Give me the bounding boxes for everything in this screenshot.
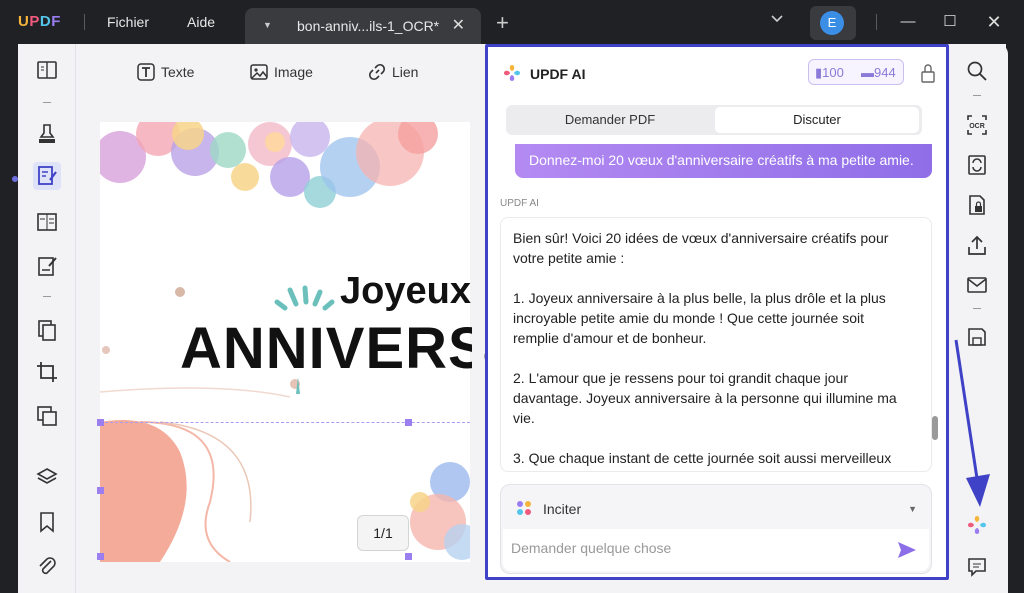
link-icon	[368, 63, 386, 81]
comment-icon[interactable]	[966, 556, 988, 578]
add-text-button[interactable]: Texte	[137, 63, 194, 81]
add-image-button[interactable]: Image	[250, 63, 313, 81]
answer-paragraph: Bien sûr! Voici 20 idées de vœux d'anniv…	[513, 230, 889, 266]
divider	[876, 14, 877, 30]
image-icon	[250, 64, 268, 80]
selection-handle[interactable]	[97, 419, 104, 426]
mail-icon[interactable]	[966, 274, 988, 296]
ask-input[interactable]	[511, 540, 881, 556]
collapse-handle[interactable]	[12, 176, 18, 182]
edit-pdf-icon[interactable]	[33, 162, 61, 190]
ai-answer: Bien sûr! Voici 20 idées de vœux d'anniv…	[500, 217, 932, 472]
search-icon[interactable]	[966, 60, 988, 82]
page-indicator[interactable]: 1/1	[357, 515, 409, 551]
protect-icon[interactable]	[966, 194, 988, 216]
sign-icon[interactable]	[35, 254, 59, 278]
greeting-anniversaire: ANNIVERS	[180, 316, 488, 381]
ask-field	[503, 529, 929, 571]
add-link-button[interactable]: Lien	[368, 63, 418, 81]
ai-title: UPDF AI	[530, 66, 586, 82]
send-icon[interactable]	[897, 541, 917, 559]
close-window-icon[interactable]: ✕	[982, 10, 1006, 34]
ai-mode-switch: Demander PDF Discuter	[506, 105, 922, 135]
divider	[973, 95, 981, 96]
new-tab-button[interactable]: +	[496, 10, 509, 36]
ocr-icon[interactable]: OCR	[966, 114, 988, 136]
tab-chat[interactable]: Discuter	[715, 107, 919, 133]
compare-icon[interactable]	[35, 404, 59, 428]
menu-fichier[interactable]: Fichier	[107, 14, 149, 30]
link-tool-label: Lien	[392, 64, 419, 80]
prompt-box: Inciter ▼	[500, 484, 932, 574]
answer-paragraph: 3. Que chaque instant de cette journée s…	[513, 450, 892, 466]
chevron-down-icon[interactable]: ▼	[908, 504, 917, 514]
prompt-icon	[517, 501, 531, 515]
convert-icon[interactable]	[966, 154, 988, 176]
answer-paragraph: 1. Joyeux anniversaire à la plus belle, …	[513, 290, 886, 346]
text-tool-label: Texte	[161, 64, 195, 80]
divider	[43, 102, 51, 103]
title-bar: UPDF Fichier Aide ▼ bon-anniv...ils-1_OC…	[0, 0, 1024, 44]
user-message: Donnez-moi 20 vœux d'anniversaire créati…	[515, 144, 932, 178]
tab-menu-icon[interactable]: ▼	[263, 20, 272, 30]
avatar: E	[820, 11, 844, 35]
prompt-selector[interactable]: Inciter	[543, 501, 581, 517]
chat-scrollbar[interactable]	[932, 416, 938, 440]
tab-title: bon-anniv...ils-1_OCR*	[297, 18, 440, 34]
updf-ai-icon[interactable]	[966, 514, 988, 536]
svg-text:OCR: OCR	[969, 123, 985, 130]
updf-ai-logo-icon	[504, 65, 520, 81]
divider	[973, 308, 981, 309]
close-tab-icon[interactable]: ✕	[452, 15, 465, 35]
answer-paragraph: 2. L'amour que je ressens pour toi grand…	[513, 370, 897, 426]
tab-ask-pdf[interactable]: Demander PDF	[506, 105, 714, 135]
image-tool-label: Image	[274, 64, 313, 80]
pdf-credits-value: 100	[822, 65, 844, 80]
selection-handle[interactable]	[97, 553, 104, 560]
share-icon[interactable]	[966, 234, 988, 256]
ai-panel: UPDF AI ▮100 ▬944 Demander PDF Discuter …	[485, 44, 949, 580]
menu-aide[interactable]: Aide	[187, 14, 215, 30]
form-icon[interactable]	[35, 210, 59, 234]
chat-credits-value: 944	[874, 65, 896, 80]
selection-box[interactable]	[100, 422, 470, 423]
organize-pages-icon[interactable]	[35, 318, 59, 342]
account-button[interactable]: E	[810, 6, 856, 40]
selection-handle[interactable]	[405, 553, 412, 560]
right-sidebar: OCR	[950, 44, 1006, 593]
lock-icon[interactable]	[921, 63, 935, 83]
chevron-down-icon[interactable]	[770, 12, 784, 26]
selection-handle[interactable]	[405, 419, 412, 426]
document-tab[interactable]: ▼ bon-anniv...ils-1_OCR* ✕	[245, 8, 481, 44]
left-sidebar	[18, 44, 76, 593]
divider	[84, 14, 85, 30]
chat-credits: ▬944	[861, 65, 896, 80]
minimize-icon[interactable]: —	[896, 10, 920, 34]
bookmark-icon[interactable]	[35, 510, 59, 534]
page-clip	[472, 122, 484, 562]
reader-icon[interactable]	[35, 58, 59, 82]
layers-icon[interactable]	[35, 466, 59, 490]
pdf-credits: ▮100	[815, 65, 844, 80]
maximize-icon[interactable]: ☐	[938, 10, 962, 34]
selection-handle[interactable]	[97, 487, 104, 494]
app-logo: UPDF	[18, 13, 61, 30]
text-icon	[137, 63, 155, 81]
credits-badge[interactable]: ▮100 ▬944	[808, 59, 904, 85]
greeting-joyeux: Joyeux	[340, 270, 471, 312]
divider	[43, 296, 51, 297]
attachment-icon[interactable]	[35, 554, 59, 578]
save-icon[interactable]	[966, 326, 988, 348]
crop-icon[interactable]	[35, 360, 59, 384]
sender-label: UPDF AI	[500, 198, 539, 209]
highlighter-icon[interactable]	[35, 122, 59, 146]
